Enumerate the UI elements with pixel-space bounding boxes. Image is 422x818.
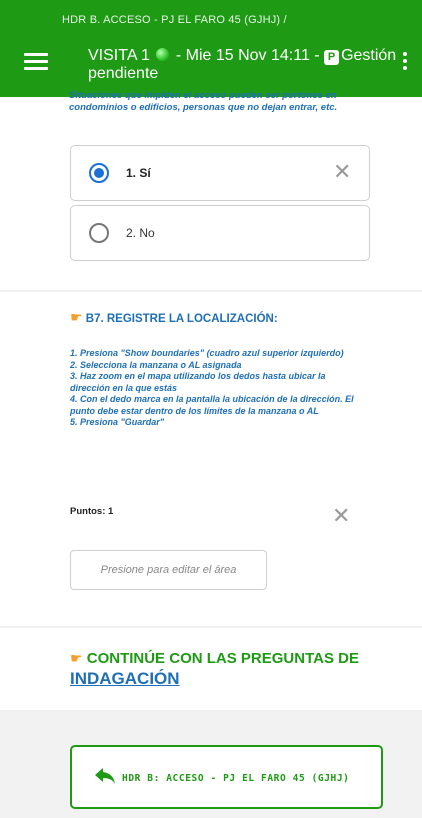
instruction-step: 3. Haz zoom en el mapa utilizando los de… bbox=[70, 371, 326, 393]
option-yes[interactable]: 1. Sí ✕ bbox=[70, 145, 370, 201]
edit-area-button[interactable]: Presione para editar el área bbox=[70, 550, 267, 590]
back-arrow-icon bbox=[95, 768, 115, 784]
points-count: Puntos: 1 bbox=[70, 506, 114, 517]
option-label: 2. No bbox=[126, 226, 155, 240]
clear-icon[interactable]: ✕ bbox=[333, 161, 351, 183]
instruction-step: 4. Con el dedo marca en la pantalla la u… bbox=[70, 394, 354, 416]
pointing-hand-icon: ☛ bbox=[70, 650, 83, 666]
status-dot-icon bbox=[156, 48, 170, 61]
access-hint: Situaciones que impiden el acceso pueden… bbox=[69, 90, 338, 113]
page-title: VISITA 1 - Mie 15 Nov 14:11 - P Gestión p… bbox=[88, 47, 398, 83]
question-title-text: B7. REGISTRE LA LOCALIZACIÓN: bbox=[85, 313, 278, 325]
instruction-step: 1. Presiona "Show boundaries" (cuadro az… bbox=[70, 348, 344, 358]
pointing-hand-icon: ☛ bbox=[70, 309, 83, 325]
instructions: 1. Presiona "Show boundaries" (cuadro az… bbox=[70, 348, 360, 429]
pending-badge: P bbox=[324, 50, 340, 65]
app-header: HDR B. ACCESO - PJ EL FARO 45 (GJHJ) / V… bbox=[0, 0, 422, 97]
clear-points-icon[interactable]: ✕ bbox=[332, 505, 350, 527]
back-button-label: HDR B: ACCESO - PJ EL FARO 45 (GJHJ) bbox=[122, 773, 350, 784]
instruction-step: 5. Presiona "Guardar" bbox=[70, 417, 165, 427]
option-no[interactable]: 2. No bbox=[70, 205, 370, 261]
instruction-step: 2. Selecciona la manzana o AL asignada bbox=[70, 359, 242, 370]
breadcrumb[interactable]: HDR B. ACCESO - PJ EL FARO 45 (GJHJ) / bbox=[62, 14, 287, 26]
radio-unselected-icon[interactable] bbox=[89, 223, 109, 243]
more-options-icon[interactable] bbox=[402, 52, 408, 74]
continue-message: ☛ CONTINÚE CON LAS PREGUNTAS DE INDAGACI… bbox=[70, 648, 400, 690]
continue-text: CONTINÚE CON LAS PREGUNTAS DE bbox=[86, 650, 359, 667]
question-title: ☛ B7. REGISTRE LA LOCALIZACIÓN: bbox=[70, 309, 278, 326]
back-to-section-button[interactable]: HDR B: ACCESO - PJ EL FARO 45 (GJHJ) bbox=[70, 745, 383, 809]
hamburger-menu-icon[interactable] bbox=[24, 53, 48, 71]
option-label: 1. Sí bbox=[126, 166, 151, 180]
radio-selected-icon[interactable] bbox=[89, 163, 109, 183]
visit-label: VISITA 1 bbox=[88, 47, 150, 64]
visit-date: - Mie 15 Nov 14:11 - bbox=[171, 47, 325, 64]
indagacion-link[interactable]: INDAGACIÓN bbox=[70, 669, 180, 688]
